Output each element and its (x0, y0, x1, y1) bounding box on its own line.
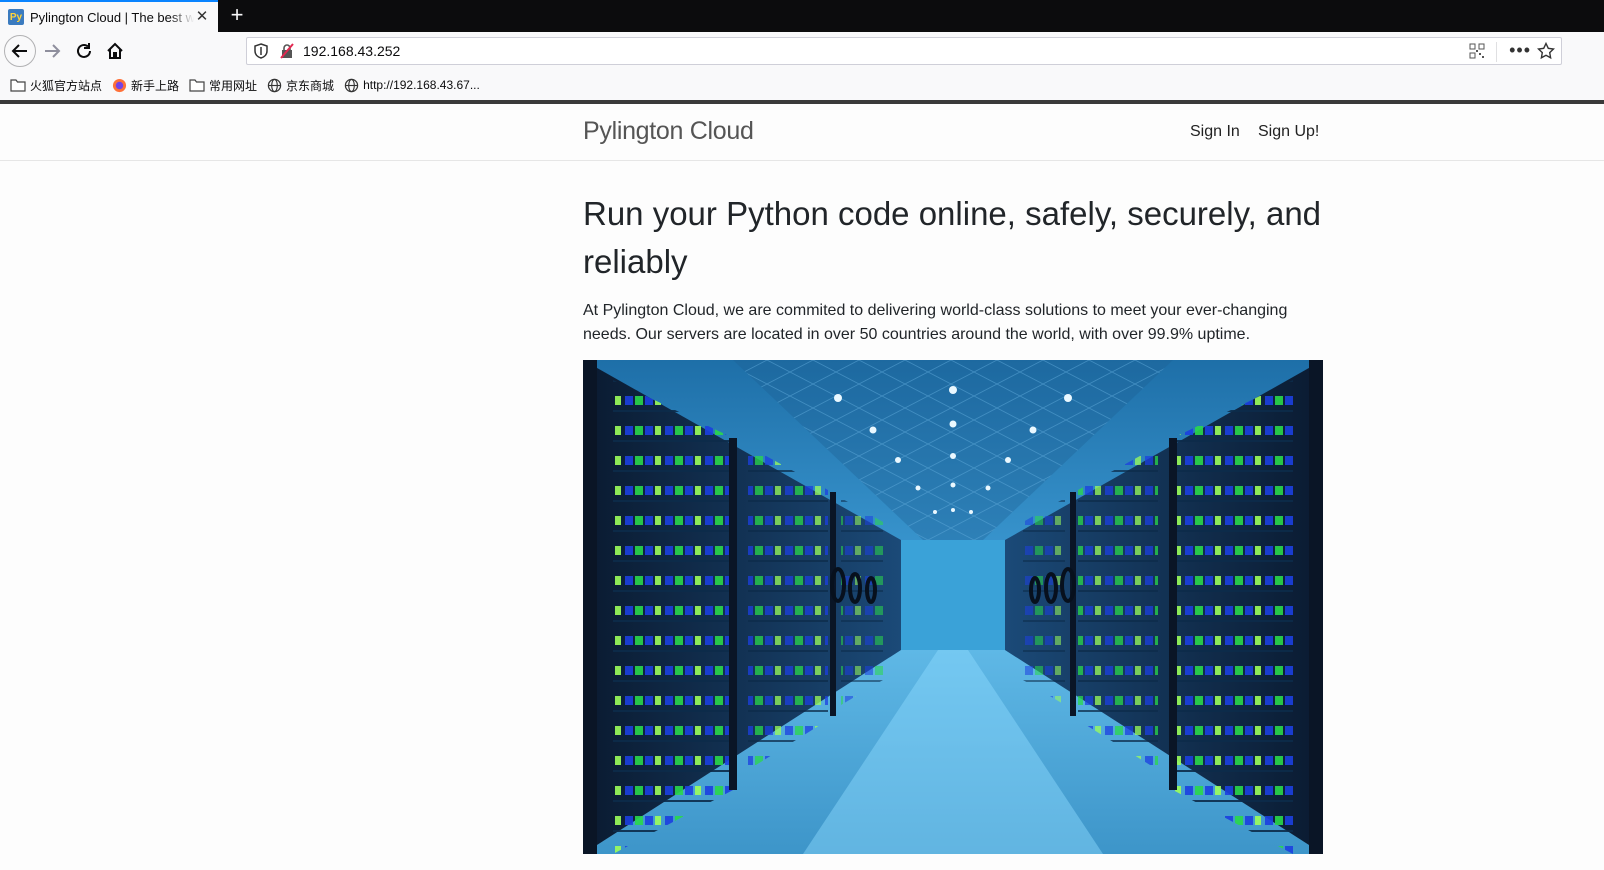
back-button[interactable] (4, 35, 36, 67)
page-actions-icon[interactable]: ••• (1509, 40, 1531, 61)
insecure-lock-icon[interactable] (279, 43, 295, 59)
new-tab-icon[interactable]: + (226, 4, 248, 26)
bookmark-item[interactable]: http://192.168.43.67... (344, 78, 480, 93)
bookmark-label: 京东商城 (286, 78, 335, 93)
close-tab-icon[interactable]: ✕ (194, 9, 210, 25)
url-text[interactable]: 192.168.43.252 (303, 43, 400, 59)
site-brand[interactable]: Pylington Cloud (583, 117, 754, 146)
shield-icon[interactable] (253, 43, 269, 59)
globe-icon (267, 78, 282, 92)
browser-tab[interactable]: Py Pylington Cloud | The best way to run… (0, 0, 218, 32)
bookmark-label: 新手上路 (131, 78, 180, 93)
page-headline: Run your Python code online, safely, sec… (583, 195, 1322, 280)
navigation-toolbar: 192.168.43.252 ••• (0, 32, 1604, 70)
folder-icon (189, 79, 205, 92)
home-button[interactable] (101, 37, 129, 65)
site-header: Pylington Cloud Sign In Sign Up! (0, 104, 1604, 161)
globe-icon (344, 78, 359, 92)
tab-strip: Py Pylington Cloud | The best way to run… (0, 0, 1604, 32)
home-icon (107, 42, 123, 59)
firefox-icon (112, 78, 127, 92)
intro-paragraph: At Pylington Cloud, we are commited to d… (583, 302, 1288, 343)
bookmark-label: http://192.168.43.67... (363, 78, 480, 92)
bookmark-label: 火狐官方站点 (30, 78, 103, 93)
tab-title: Pylington Cloud | The best way to run Py… (30, 9, 194, 25)
qr-code-icon[interactable] (1469, 43, 1485, 59)
bookmark-item[interactable]: 新手上路 (112, 77, 179, 94)
bookmarks-toolbar: 火狐官方站点 新手上路 常用网址 京东商城 http://192.168.43.… (0, 70, 1604, 100)
page-content: Pylington Cloud Sign In Sign Up! Run you… (0, 104, 1604, 870)
bookmark-star-icon[interactable] (1537, 42, 1555, 60)
sign-in-link[interactable]: Sign In (1190, 123, 1240, 141)
folder-icon (10, 79, 26, 92)
forward-arrow-icon (45, 44, 61, 58)
server-corridor-illustration (583, 360, 1323, 854)
address-bar[interactable]: 192.168.43.252 ••• (246, 37, 1562, 65)
bookmark-item[interactable]: 火狐官方站点 (10, 77, 102, 94)
reload-icon (77, 43, 91, 58)
bookmark-item[interactable]: 京东商城 (267, 77, 334, 94)
forward-button[interactable] (38, 37, 66, 65)
reload-button[interactable] (70, 37, 98, 65)
datacenter-hero-image (583, 360, 1323, 854)
python-favicon-icon: Py (8, 9, 24, 25)
url-separator (1496, 42, 1497, 62)
back-arrow-icon (11, 44, 27, 58)
bookmark-item[interactable]: 常用网址 (189, 77, 257, 94)
sign-up-link[interactable]: Sign Up! (1258, 123, 1319, 141)
bookmark-label: 常用网址 (209, 78, 258, 93)
